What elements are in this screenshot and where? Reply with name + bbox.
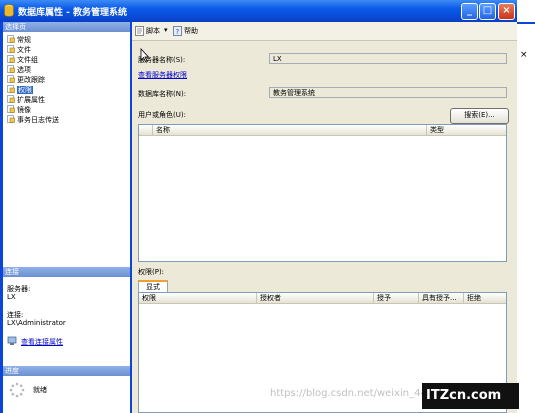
dialog-window: 数据库属性 - 教务管理系统 _ □ × 选择页 常规文件文件组选项更改跟踪权限… bbox=[0, 0, 517, 413]
permissions-grid-header: 权限 授权者 授予 具有授予... 拒绝 bbox=[139, 293, 506, 304]
select-page-header: 选择页 bbox=[3, 22, 130, 32]
page-item-label: 权限 bbox=[17, 86, 33, 94]
page-item-label: 镜像 bbox=[17, 106, 31, 114]
column-with-grant[interactable]: 具有授予... bbox=[419, 293, 464, 303]
connection-value: LX\Administrator bbox=[7, 319, 66, 327]
page-item-label: 文件组 bbox=[17, 56, 38, 64]
page-item[interactable]: 扩展属性 bbox=[7, 95, 45, 105]
permissions-label: 权限(P): bbox=[138, 268, 165, 276]
page-item[interactable]: 更改跟踪 bbox=[7, 75, 45, 85]
search-button[interactable]: 搜索(E)... bbox=[450, 108, 509, 124]
page-item[interactable]: 镜像 bbox=[7, 105, 31, 115]
page-item-label: 扩展属性 bbox=[17, 96, 45, 104]
page-item[interactable]: 权限 bbox=[7, 85, 33, 95]
background-window-strip: × bbox=[517, 0, 535, 413]
column-grant[interactable]: 授予 bbox=[374, 293, 419, 303]
page-item[interactable]: 常规 bbox=[7, 35, 31, 45]
page-item[interactable]: 选项 bbox=[7, 65, 31, 75]
view-connection-properties-link[interactable]: 查看连接属性 bbox=[21, 337, 63, 347]
connection-properties-icon bbox=[7, 336, 17, 345]
server-value: LX bbox=[7, 293, 16, 301]
column-name[interactable]: 名称 bbox=[153, 125, 427, 135]
page-item[interactable]: 事务日志传送 bbox=[7, 115, 59, 125]
chevron-down-icon[interactable]: ▾ bbox=[164, 26, 168, 34]
column-deny[interactable]: 拒绝 bbox=[464, 293, 506, 303]
close-icon[interactable]: × bbox=[520, 50, 528, 60]
page-icon bbox=[7, 115, 15, 123]
users-roles-grid[interactable]: 名称 类型 bbox=[138, 124, 507, 262]
main-content: 脚本 ▾ ? 帮助 服务器名称(S): LX 查看服务器权限 数据库名称(N):… bbox=[132, 22, 517, 413]
page-item-label: 更改跟踪 bbox=[17, 76, 45, 84]
help-icon[interactable]: ? bbox=[173, 26, 182, 36]
maximize-button[interactable]: □ bbox=[479, 3, 496, 20]
left-panel: 选择页 常规 文件 文件组 选项 更改跟踪 权限 扩展属性 镜像 事务日志传送 连接 服务器: … bbox=[3, 22, 130, 413]
column-type[interactable]: 类型 bbox=[427, 125, 506, 135]
page-icon bbox=[7, 75, 15, 83]
mouse-cursor-icon bbox=[140, 48, 150, 62]
users-roles-label: 用户或角色(U): bbox=[138, 111, 186, 119]
svg-text:?: ? bbox=[176, 28, 180, 36]
page-item-label: 事务日志传送 bbox=[17, 116, 59, 124]
page-item[interactable]: 文件组 bbox=[7, 55, 38, 65]
database-name-label: 数据库名称(N): bbox=[138, 90, 187, 98]
database-name-field[interactable]: 教务管理系统 bbox=[269, 87, 507, 98]
connection-header: 连接 bbox=[3, 267, 130, 277]
toolbar: 脚本 ▾ ? 帮助 bbox=[132, 22, 517, 41]
page-item-label: 常规 bbox=[17, 36, 31, 44]
site-logo: ITZcn.com bbox=[422, 383, 519, 409]
page-item-label: 文件 bbox=[17, 46, 31, 54]
page-icon bbox=[7, 45, 15, 53]
users-grid-header: 名称 类型 bbox=[139, 125, 506, 136]
page-item[interactable]: 文件 bbox=[7, 45, 31, 55]
script-button[interactable]: 脚本 bbox=[146, 26, 160, 36]
page-icon bbox=[7, 105, 15, 113]
page-item-label: 选项 bbox=[17, 66, 31, 74]
database-icon bbox=[4, 4, 14, 17]
window-title: 数据库属性 - 教务管理系统 bbox=[18, 8, 128, 18]
column-grantor[interactable]: 授权者 bbox=[257, 293, 374, 303]
page-icon bbox=[7, 95, 15, 103]
progress-header: 进度 bbox=[3, 366, 130, 376]
server-name-field[interactable]: LX bbox=[269, 53, 507, 64]
page-icon bbox=[7, 65, 15, 73]
script-icon[interactable] bbox=[135, 26, 144, 36]
title-bar[interactable]: 数据库属性 - 教务管理系统 _ □ × bbox=[0, 0, 517, 22]
page-icon bbox=[7, 35, 15, 43]
page-icon bbox=[7, 85, 15, 93]
close-button[interactable]: × bbox=[498, 3, 515, 20]
help-button[interactable]: 帮助 bbox=[184, 26, 198, 36]
minimize-button[interactable]: _ bbox=[461, 3, 478, 20]
view-server-permissions-link[interactable]: 查看服务器权限 bbox=[138, 70, 187, 80]
page-icon bbox=[7, 55, 15, 63]
column-permission[interactable]: 权限 bbox=[139, 293, 257, 303]
progress-status: 就绪 bbox=[33, 386, 47, 394]
progress-spinner-icon bbox=[9, 382, 25, 398]
